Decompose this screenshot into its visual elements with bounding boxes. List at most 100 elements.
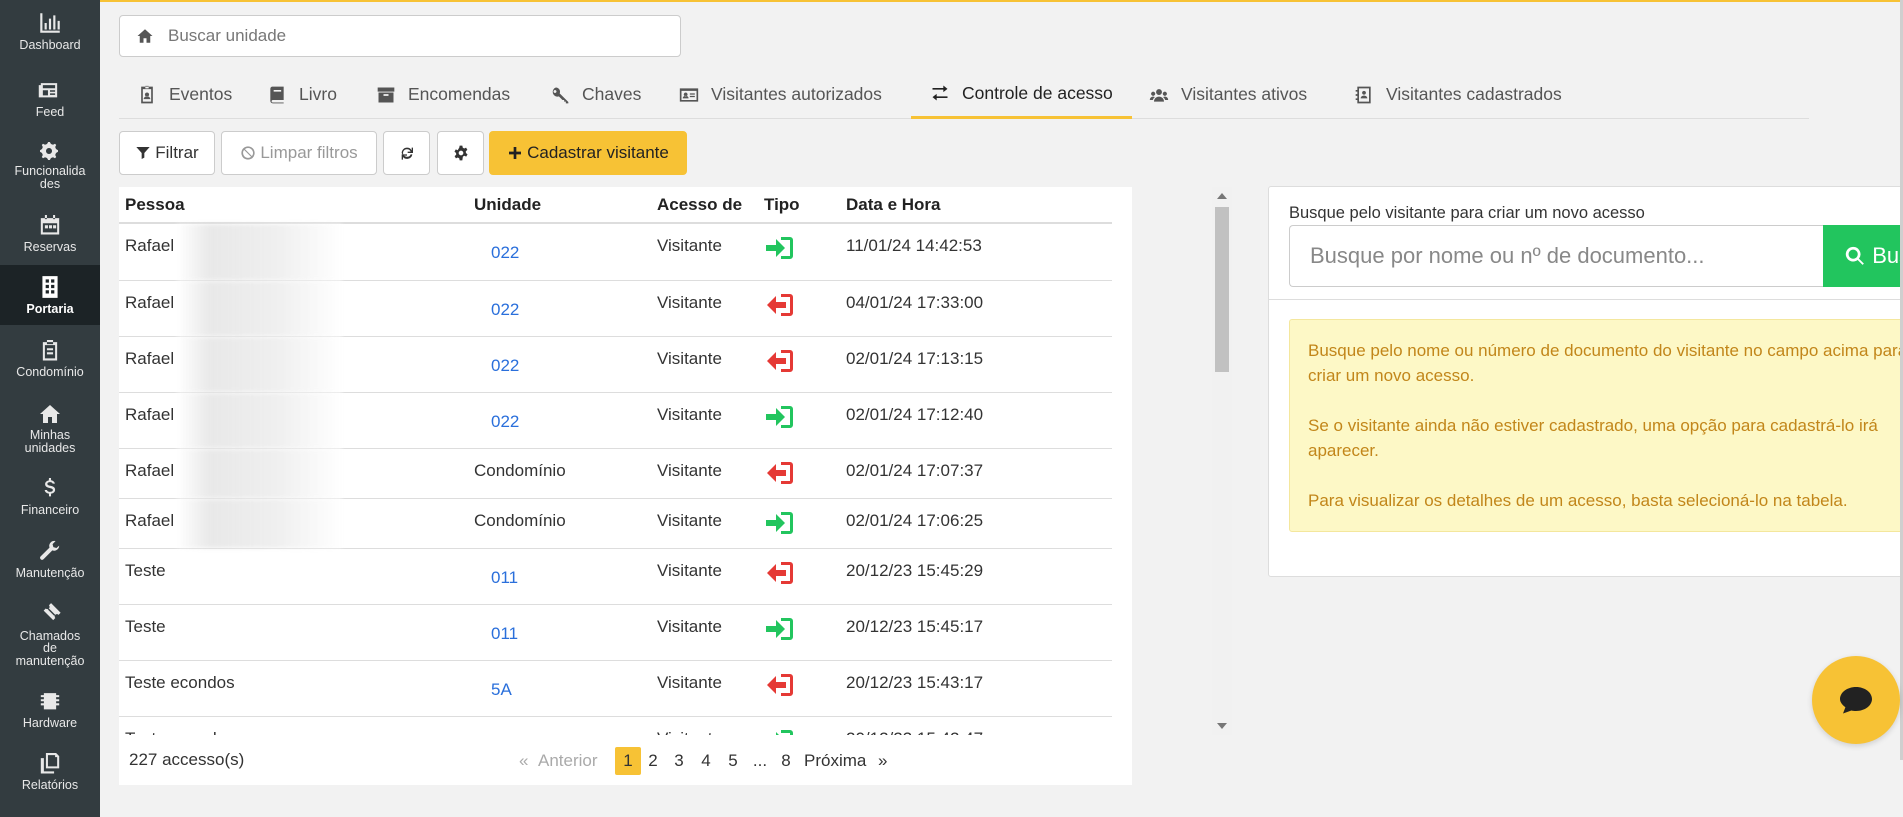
unit-link[interactable]: 022 (491, 412, 519, 432)
access-count: 227 accesso(s) (129, 750, 245, 769)
cell-acesso: Visitante (657, 561, 722, 580)
table-scrollbar[interactable] (1212, 187, 1232, 735)
scroll-thumb[interactable] (1215, 207, 1229, 372)
sidebar-item-funcionalidades[interactable]: Funcionalida des (0, 138, 100, 190)
cell-data: 04/01/24 17:33:00 (846, 293, 984, 312)
unit-link[interactable]: 022 (491, 243, 519, 263)
visitor-search-section: Busque pelo visitante para criar um novo… (1269, 187, 1903, 300)
tab-visitantes-autorizados[interactable]: Visitantes autorizados (679, 70, 882, 119)
home-icon (137, 29, 153, 43)
tab-visitantes-ativos[interactable]: Visitantes ativos (1149, 70, 1307, 119)
tab-chaves[interactable]: Chaves (550, 70, 641, 119)
cell-pessoa: Rafael (125, 349, 175, 368)
unit-link[interactable]: 011 (491, 568, 518, 588)
unit-link[interactable]: 022 (491, 356, 519, 376)
table-row[interactable]: Teste 011 Visitante 20/12/23 15:45:17 (119, 605, 1112, 661)
page-2[interactable]: 2 (644, 747, 662, 775)
sidebar-item-label: Manutenção (15, 565, 85, 580)
next-arrow[interactable]: » (878, 747, 887, 775)
cell-data: 02/01/24 17:12:40 (846, 405, 984, 424)
tab-controle-de-acesso[interactable]: Controle de acesso (911, 70, 1132, 119)
unit-search-input[interactable] (168, 26, 680, 46)
cell-unidade: Condomínio (474, 461, 566, 480)
filter-button[interactable]: Filtrar (119, 131, 215, 175)
table-row[interactable]: Rafael 022 Visitante 04/01/24 17:33:00 (119, 281, 1112, 337)
exit-arrow-icon (767, 674, 793, 696)
page-ellipsis: ... (752, 751, 768, 770)
page-8[interactable]: 8 (777, 747, 795, 775)
new-access-panel: Busque pelo visitante para criar um novo… (1268, 186, 1903, 577)
column-header-data[interactable]: Data e Hora (846, 195, 940, 215)
exchange-icon (932, 85, 948, 101)
unit-link[interactable]: 022 (491, 300, 519, 320)
exit-arrow-icon (767, 294, 793, 316)
table-row[interactable]: Teste econdos5AVisitante20/12/23 15:42:4… (119, 717, 1112, 735)
sidebar-item-label: Funcionalida (14, 164, 86, 178)
column-header-unidade[interactable]: Unidade (474, 195, 541, 215)
table-row[interactable]: Rafael 022 Visitante 02/01/24 17:13:15 (119, 337, 1112, 393)
entry-arrow-icon (766, 237, 793, 259)
scroll-up-arrow[interactable] (1217, 193, 1227, 199)
page-1[interactable]: 1 (615, 747, 641, 775)
tab-eventos[interactable]: Eventos (137, 70, 232, 119)
column-header-acesso[interactable]: Acesso de (657, 195, 742, 215)
main-content: Eventos Livro Encomendas Chaves Visitant… (100, 0, 1903, 817)
page-3[interactable]: 3 (670, 747, 688, 775)
unit-search-box[interactable] (119, 15, 681, 57)
sidebar-item-condominio[interactable]: Condomínio (0, 338, 100, 378)
sidebar-item-reservas[interactable]: Reservas (0, 213, 100, 253)
table-row[interactable]: Rafael 022 Visitante 02/01/24 17:12:40 (119, 393, 1112, 449)
sidebar-item-relatorios[interactable]: Relatórios (0, 751, 100, 791)
sidebar-item-feed[interactable]: Feed (0, 78, 100, 118)
page-4[interactable]: 4 (697, 747, 715, 775)
table-row[interactable]: Teste econdos 5A Visitante 20/12/23 15:43:1… (119, 661, 1112, 717)
table-row[interactable]: Rafael Condomínio Visitante 02/01/24 17:06:… (119, 499, 1112, 549)
table-row[interactable]: Teste 011 Visitante 20/12/23 15:45:29 (119, 549, 1112, 605)
unit-link[interactable]: 5A (491, 680, 512, 700)
chip-icon (40, 693, 60, 710)
clipboard-icon (42, 340, 58, 361)
dollar-icon (44, 478, 56, 497)
column-header-pessoa[interactable]: Pessoa (125, 195, 185, 215)
register-visitor-button[interactable]: Cadastrar visitante (489, 131, 687, 175)
sidebar-item-label: Dashboard (19, 38, 81, 52)
tab-visitantes-cadastrados[interactable]: Visitantes cadastrados (1354, 70, 1562, 119)
info-notice: Busque pelo nome ou número de documento … (1289, 319, 1903, 532)
table-row[interactable]: Rafael Condomínio Visitante 02/01/24 17:07:… (119, 449, 1112, 499)
filter-icon (136, 147, 150, 159)
sidebar-item-portaria[interactable]: Portaria (0, 265, 100, 325)
table-row[interactable]: Rafael 022 Visitante 11/01/24 14:42:53 (119, 224, 1112, 281)
sidebar-item-hardware[interactable]: Hardware (0, 689, 100, 729)
sidebar-item-label: Relatórios (21, 777, 79, 792)
scroll-down-arrow[interactable] (1217, 723, 1227, 729)
copy-icon (40, 753, 60, 774)
column-header-tipo[interactable]: Tipo (764, 195, 800, 215)
clear-filters-button[interactable]: Limpar filtros (221, 131, 377, 175)
refresh-button[interactable] (383, 131, 430, 175)
chat-button[interactable] (1812, 656, 1900, 744)
unit-link[interactable]: 011 (491, 624, 518, 644)
cell-pessoa: Rafael (125, 236, 175, 255)
prev-page-link[interactable]: Anterior (538, 747, 598, 775)
ticket-icon (43, 603, 61, 621)
tab-livro[interactable]: Livro (267, 70, 337, 119)
plus-icon (509, 147, 522, 159)
tab-encomendas[interactable]: Encomendas (376, 70, 510, 119)
next-page-link[interactable]: Próxima (804, 747, 866, 775)
settings-button[interactable] (437, 131, 484, 175)
sidebar-item-minhas-unidades[interactable]: Minhas unidades (0, 402, 100, 454)
sidebar-item-manutencao[interactable]: Manutenção (0, 539, 100, 579)
sidebar-item-dashboard[interactable]: Dashboard (0, 10, 100, 58)
redacted-name (177, 281, 342, 336)
tab-label: Chaves (582, 84, 642, 104)
sidebar-item-chamados[interactable]: Chamados de manutenção (0, 601, 100, 667)
sidebar-item-financeiro[interactable]: Financeiro (0, 476, 100, 516)
search-visitor-button[interactable]: Buscar (1823, 225, 1903, 287)
book-icon (270, 86, 284, 103)
page-5[interactable]: 5 (724, 747, 742, 775)
prev-arrow: « (519, 751, 529, 770)
visitor-search-input[interactable] (1289, 225, 1824, 287)
bar-chart-icon (40, 13, 60, 33)
cell-acesso: Visitante (657, 236, 722, 255)
tab-label: Encomendas (408, 84, 511, 104)
